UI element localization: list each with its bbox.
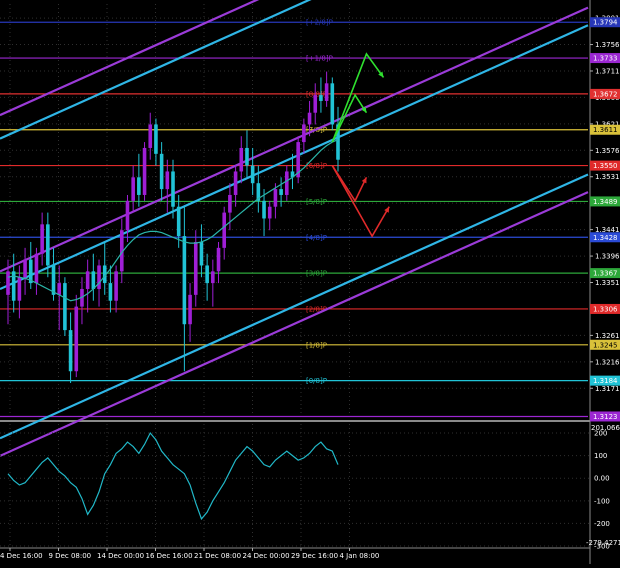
candle-body — [137, 177, 141, 195]
murrey-level-label: [3/8]P — [306, 270, 327, 278]
candle-body — [57, 283, 62, 295]
murrey-level-label: [4/8]P — [306, 234, 327, 242]
price-tag-label: 1.3794 — [593, 19, 618, 27]
candle-body — [324, 83, 329, 101]
candle-body — [284, 171, 289, 195]
candle-body — [216, 247, 221, 272]
candle-body — [233, 171, 238, 195]
indicator-min-label: -279.4271 — [586, 539, 620, 547]
candle-body — [34, 253, 39, 284]
candle-body — [193, 241, 198, 295]
price-tag-label: 1.3245 — [593, 341, 618, 349]
candle-body — [279, 189, 283, 195]
price-tick-label: 1.3351 — [595, 279, 620, 287]
price-tick-label: 1.3531 — [595, 173, 620, 181]
candle-body — [205, 265, 209, 284]
price-tag-label: 1.3184 — [593, 377, 618, 385]
time-tick-label: 29 Dec 16:00 — [291, 552, 338, 560]
candle-body — [176, 206, 181, 237]
price-tick-label: 1.3261 — [595, 332, 620, 340]
candle-body — [74, 306, 79, 372]
candle-body — [313, 95, 318, 113]
candle-body — [211, 271, 215, 284]
candle-body — [319, 95, 323, 101]
candle-body — [6, 271, 10, 295]
price-tick-label: 1.3756 — [595, 41, 620, 49]
candle-body — [46, 224, 50, 266]
candle-body — [148, 124, 153, 148]
price-tick-label: 1.3171 — [595, 385, 620, 393]
candle-body — [23, 259, 27, 278]
candle-body — [125, 200, 130, 231]
murrey-level-label: [+2/8]P — [306, 19, 333, 27]
price-tag-label: 1.3306 — [593, 305, 618, 313]
candle-body — [273, 189, 278, 207]
price-tick-label: 1.3396 — [595, 253, 620, 261]
time-tick-label: 4 Jan 08:00 — [340, 552, 380, 560]
price-tag-label: 1.3123 — [593, 413, 618, 421]
candle-body — [245, 147, 249, 166]
price-tag-label: 1.3611 — [593, 126, 618, 134]
candle-body — [188, 294, 192, 325]
price-tag-label: 1.3733 — [593, 55, 618, 63]
price-tag-label: 1.3367 — [593, 270, 618, 278]
candle-body — [171, 171, 175, 207]
time-tick-label: 14 Dec 00:00 — [97, 552, 144, 560]
price-tag-label: 1.3550 — [593, 162, 618, 170]
candle-body — [199, 241, 204, 266]
candle-body — [63, 283, 67, 331]
time-tick-label: 24 Dec 00:00 — [243, 552, 290, 560]
candle-body — [262, 200, 266, 219]
candle-body — [239, 147, 244, 172]
murrey-level-label: [0/8]P — [306, 377, 327, 385]
indicator-max-label: 201.0664 — [591, 424, 620, 432]
price-tick-label: 1.3216 — [595, 358, 620, 366]
murrey-level-label: [1/8]P — [306, 341, 327, 349]
candle-body — [182, 236, 187, 325]
indicator-tick-label: -200 — [594, 520, 610, 528]
candle-body — [40, 224, 44, 254]
price-tag-label: 1.3489 — [593, 198, 618, 206]
murrey-level-label: [+1/8]P — [306, 55, 333, 63]
candle-body — [114, 271, 118, 301]
time-tick-label: 9 Dec 08:00 — [49, 552, 92, 560]
murrey-level-label: [5/8]P — [306, 198, 327, 206]
candle-body — [250, 165, 255, 184]
price-tag-label: 1.3672 — [593, 90, 618, 98]
indicator-tick-label: 0.00 — [594, 475, 610, 483]
chart-container: [+2/8]P[+1/8]P[8/8]P[7/8]P[6/8]P[5/8]P[4… — [0, 0, 620, 564]
candle-body — [154, 124, 158, 154]
candle-body — [330, 83, 335, 125]
price-tag-label: 1.3428 — [593, 234, 618, 242]
price-tick-label: 1.3576 — [595, 147, 620, 155]
indicator-tick-label: 100 — [594, 452, 607, 460]
candle-body — [159, 153, 164, 190]
price-tick-label: 1.3711 — [595, 67, 620, 75]
candle-body — [68, 330, 73, 372]
time-tick-label: 21 Dec 08:00 — [194, 552, 241, 560]
candle-body — [91, 271, 96, 289]
candle-body — [142, 147, 147, 195]
time-tick-label: 4 Dec 16:00 — [0, 552, 43, 560]
time-tick-label: 16 Dec 16:00 — [146, 552, 193, 560]
candle-body — [165, 171, 170, 190]
candle-body — [302, 124, 306, 143]
candle-body — [108, 283, 113, 301]
candle-body — [131, 177, 135, 201]
indicator-tick-label: -100 — [594, 497, 610, 505]
candle-body — [228, 194, 232, 213]
candle-body — [267, 206, 272, 219]
candle-body — [222, 212, 227, 248]
candle-body — [307, 112, 312, 125]
chart-svg: [+2/8]P[+1/8]P[8/8]P[7/8]P[6/8]P[5/8]P[4… — [0, 0, 620, 564]
candle-body — [97, 265, 101, 289]
candle-body — [85, 271, 90, 289]
candle-body — [17, 277, 22, 301]
candle-body — [51, 265, 56, 295]
